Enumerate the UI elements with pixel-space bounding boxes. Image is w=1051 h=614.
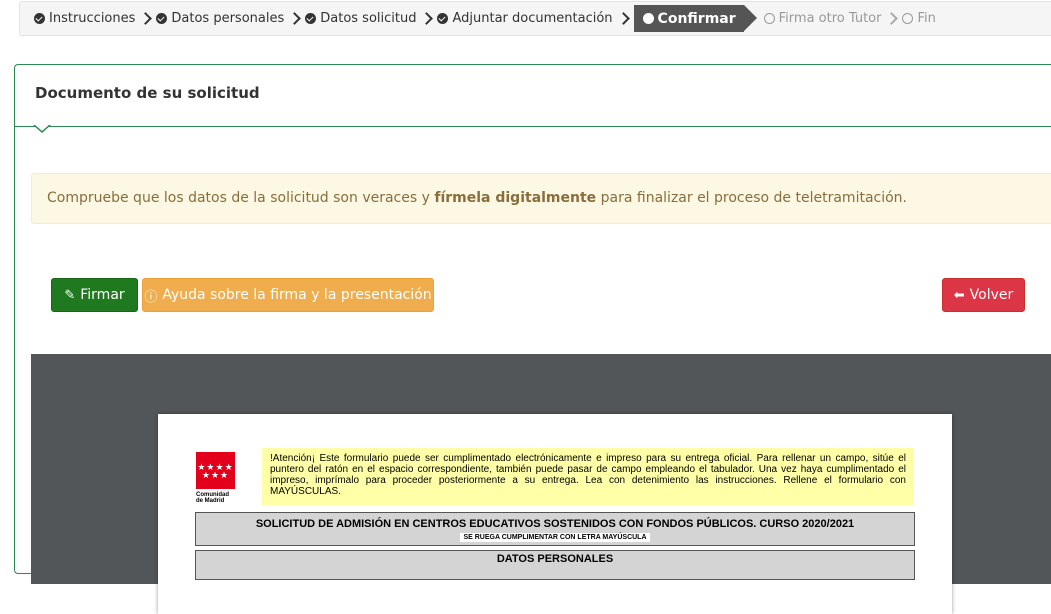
step-label: Firma otro Tutor xyxy=(778,11,882,26)
step-label: Fin xyxy=(917,11,936,26)
chevron-right-icon xyxy=(420,12,434,25)
logo-name: Comunidad de Madrid xyxy=(196,492,229,504)
panel-title: Documento de su solicitud xyxy=(35,84,260,102)
sign-button-label: Firmar xyxy=(80,287,125,303)
info-circle-icon: ⓘ xyxy=(144,289,158,305)
step-confirmar: Confirmar xyxy=(633,5,757,32)
back-button-label: Volver xyxy=(969,287,1014,303)
step-label: Instrucciones xyxy=(49,11,136,26)
pdf-viewer[interactable]: ★★★★ ★★★ Comunidad de Madrid !Atención¡ E… xyxy=(31,354,1051,614)
back-button[interactable]: ⬅ Volver xyxy=(942,278,1025,312)
section-header: DATOS PERSONALES xyxy=(195,550,915,580)
alert-bold-text: fírmela digitalmente xyxy=(434,190,597,206)
check-circle-icon xyxy=(437,13,449,24)
warning-alert: Compruebe que los datos de la solicitud … xyxy=(31,173,1051,224)
comunidad-madrid-logo: ★★★★ ★★★ Comunidad de Madrid xyxy=(196,452,235,504)
arrow-left-icon: ⬅ xyxy=(953,287,965,303)
step-label: Datos personales xyxy=(171,11,285,26)
help-button-label: Ayuda sobre la firma y la presentación xyxy=(162,287,432,303)
chevron-right-icon xyxy=(616,12,630,25)
heading-notch xyxy=(33,124,51,133)
step-fin: Fin xyxy=(902,11,936,26)
madrid-flag-icon: ★★★★ ★★★ xyxy=(196,452,235,489)
help-button[interactable]: ⓘ Ayuda sobre la firma y la presentación xyxy=(142,278,434,312)
panel-heading: Documento de su solicitud xyxy=(15,65,1051,133)
form-notice: !Atención¡ Este formulario puede ser cum… xyxy=(262,448,914,505)
edit-icon: ✎ xyxy=(64,287,76,303)
chevron-right-icon xyxy=(139,12,153,25)
circle-outline-icon xyxy=(902,13,914,24)
form-title: SOLICITUD DE ADMISIÓN EN CENTROS EDUCATI… xyxy=(255,518,855,530)
progress-stepper: Instrucciones Datos personales Datos sol… xyxy=(19,1,1051,36)
sign-button[interactable]: ✎ Firmar xyxy=(51,278,138,312)
check-circle-icon xyxy=(34,13,45,24)
circle-icon xyxy=(642,13,654,24)
step-label: Datos solicitud xyxy=(320,11,417,26)
step-datos-personales[interactable]: Datos personales xyxy=(156,11,284,26)
form-title-box: SOLICITUD DE ADMISIÓN EN CENTROS EDUCATI… xyxy=(195,512,915,546)
step-datos-solicitud[interactable]: Datos solicitud xyxy=(305,11,416,26)
check-circle-icon xyxy=(305,13,317,24)
step-adjuntar-documentacion[interactable]: Adjuntar documentación xyxy=(437,11,613,26)
pdf-page: ★★★★ ★★★ Comunidad de Madrid !Atención¡ E… xyxy=(158,414,952,614)
document-panel: Documento de su solicitud Compruebe que … xyxy=(14,64,1051,614)
circle-outline-icon xyxy=(763,13,775,24)
alert-text-end: para finalizar el proceso de teletramita… xyxy=(596,190,907,206)
alert-text: Compruebe que los datos de la solicitud … xyxy=(47,190,435,206)
step-label: Confirmar xyxy=(657,10,736,27)
check-circle-icon xyxy=(156,13,168,24)
step-firma-otro-tutor: Firma otro Tutor xyxy=(763,11,882,26)
step-label: Adjuntar documentación xyxy=(452,11,613,26)
chevron-right-icon xyxy=(885,12,899,25)
chevron-right-icon xyxy=(288,12,302,25)
form-subtitle: SE RUEGA CUMPLIMENTAR CON LETRA MAYÚSCUL… xyxy=(460,533,650,542)
step-instrucciones[interactable]: Instrucciones xyxy=(34,11,135,26)
